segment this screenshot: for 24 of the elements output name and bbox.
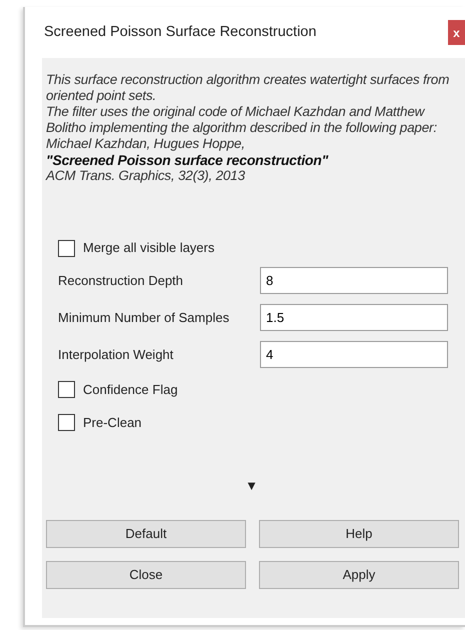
description-text: This surface reconstruction algorithm creates watertight surfaces from oriented point sets. [46, 72, 450, 104]
checkbox[interactable] [58, 381, 75, 398]
input-field[interactable]: 8 [260, 267, 448, 294]
description-text: Michael Kazhdan, Hugues Hoppe, [46, 136, 246, 152]
checkbox-label: Merge all visible layers [83, 239, 214, 258]
field-label: Reconstruction Depth [58, 272, 184, 290]
checkbox[interactable] [58, 240, 75, 256]
window-title: Screened Poisson Surface Reconstruction [44, 22, 316, 42]
dialog-button[interactable]: Default [46, 520, 246, 548]
field-label: Minimum Number of Samples [58, 308, 230, 327]
field-label: Interpolation Weight [58, 346, 174, 364]
description-text: ACM Trans. Graphics, 32(3), 2013 [46, 168, 246, 184]
checkbox-label: Confidence Flag [83, 380, 178, 399]
checkbox-label: Pre-Clean [83, 414, 142, 432]
description-text: "Screened Poisson surface reconstruction" [46, 152, 330, 168]
expand-arrow[interactable]: ▼ [245, 479, 258, 492]
description-text: The filter uses the original code of Michael Kazhdan and Matthew Bolitho implementing the algorithm described in the following paper: [46, 104, 438, 136]
input-field[interactable]: 4 [260, 341, 448, 368]
dialog-button[interactable]: Apply [259, 561, 459, 589]
window-close-button[interactable]: x [448, 20, 465, 45]
dialog-button[interactable]: Help [259, 520, 459, 548]
checkbox[interactable] [58, 414, 75, 431]
dialog-button[interactable]: Close [46, 561, 246, 589]
input-field[interactable]: 1.5 [260, 304, 448, 331]
